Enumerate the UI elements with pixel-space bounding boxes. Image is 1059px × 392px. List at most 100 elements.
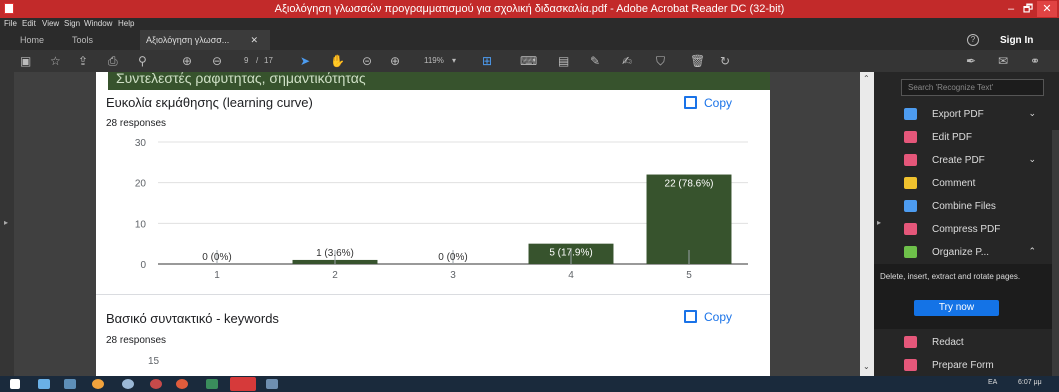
page-separator: / (256, 56, 259, 65)
copy-chart-button-q2[interactable]: Copy (704, 310, 732, 324)
combine-files-icon (904, 200, 917, 212)
copy-chart-button[interactable]: Copy (704, 96, 732, 110)
tool-organize-pages[interactable]: Organize P... ⌃ (904, 244, 1054, 262)
tool-label: Organize P... (932, 247, 990, 258)
expand-chevron-icon[interactable]: ⌄ (1028, 154, 1036, 165)
panel-scrollbar[interactable] (1052, 130, 1059, 376)
app-icon-3[interactable] (206, 379, 218, 389)
comment-tool-icon[interactable]: ▤ (558, 53, 569, 69)
zoom-out-icon[interactable]: ⊝ (362, 53, 372, 69)
tool-combine-files[interactable]: Combine Files (904, 198, 1054, 216)
bookmark-star-icon[interactable]: ☆ (50, 53, 61, 69)
zoom-dropdown-icon[interactable]: ▾ (452, 53, 456, 69)
firefox-icon[interactable] (92, 379, 104, 389)
menu-file[interactable]: File (4, 19, 17, 28)
organize-pages-description: Delete, insert, extract and rotate pages… (880, 272, 1021, 281)
expand-left-icon[interactable]: ▸ (4, 218, 8, 227)
document-viewport[interactable]: Συντελεστές ραφυτητας, σημαντικότητας Ευ… (14, 72, 860, 376)
menu-window[interactable]: Window (84, 19, 112, 28)
clock[interactable]: 6:07 μμ (1018, 379, 1042, 386)
minimize-button[interactable]: – (1003, 1, 1019, 17)
menu-edit[interactable]: Edit (22, 19, 36, 28)
collapse-panel-icon[interactable]: ▸ (877, 218, 881, 227)
question-title-keywords: Βασικό συντακτικό - keywords (106, 311, 279, 326)
tab-tools[interactable]: Tools (72, 35, 93, 45)
fill-sign-icon[interactable]: ✒ (966, 53, 976, 69)
sign-icon[interactable]: ✍ (622, 53, 632, 69)
copy-icon-q2[interactable] (684, 310, 697, 323)
tool-edit-pdf[interactable]: Edit PDF (904, 129, 1054, 147)
x-tick-label: 5 (686, 270, 692, 281)
select-tool-icon[interactable]: ➤ (300, 53, 310, 69)
tool-redact[interactable]: Redact (904, 334, 1054, 352)
tool-prepare-form[interactable]: Prepare Form (904, 357, 1054, 375)
language-indicator[interactable]: EA (988, 379, 997, 386)
page-total: 17 (264, 56, 273, 65)
menu-sign[interactable]: Sign (64, 19, 80, 28)
left-pane-toggle[interactable]: ▸ (0, 72, 14, 376)
tool-export-pdf[interactable]: Export PDF ⌄ (904, 106, 1054, 124)
x-tick-label: 4 (568, 270, 574, 281)
rotate-icon[interactable]: ↻ (720, 53, 730, 69)
help-icon[interactable]: ? (967, 34, 979, 46)
print-icon[interactable]: ⎙ (108, 53, 118, 69)
tab-home[interactable]: Home (20, 35, 44, 45)
fit-page-icon[interactable]: ⊞ (482, 53, 492, 69)
tools-panel: ▸ Search 'Recognize Text' Export PDF ⌄ Edi… (874, 72, 1059, 376)
scroll-up-icon[interactable]: ⌃ (863, 74, 870, 83)
share-link-icon[interactable]: ⚭ (1030, 53, 1040, 69)
menu-help[interactable]: Help (118, 19, 134, 28)
comment-icon (904, 177, 917, 189)
organize-pages-info: Delete, insert, extract and rotate pages… (874, 264, 1052, 329)
menu-view[interactable]: View (42, 19, 59, 28)
page-current[interactable]: 9 (244, 53, 248, 69)
acrobat-taskbar-icon[interactable] (230, 377, 256, 391)
explorer-icon[interactable] (64, 379, 76, 389)
tool-label: Compress PDF (932, 224, 1001, 235)
copy-icon[interactable] (684, 96, 697, 109)
hand-tool-icon[interactable]: ✋ (330, 53, 345, 69)
zoom-in-icon[interactable]: ⊕ (390, 53, 400, 69)
task-view-icon[interactable] (38, 379, 50, 389)
tool-label: Create PDF (932, 155, 985, 166)
menu-bar: File Edit View Sign Window Help (0, 18, 1059, 30)
find-icon[interactable]: ⚲ (138, 53, 147, 69)
app-icon-2[interactable] (150, 379, 162, 389)
windows-taskbar: EA 6:07 μμ (0, 376, 1059, 392)
delete-icon[interactable]: 🗑 (690, 53, 705, 69)
zoom-level[interactable]: 119% (424, 53, 444, 69)
section-header-band: Συντελεστές ραφυτητας, σημαντικότητας (108, 72, 770, 90)
tool-create-pdf[interactable]: Create PDF ⌄ (904, 152, 1054, 170)
share-icon[interactable]: ⇪ (78, 53, 88, 69)
organize-pages-icon (904, 246, 917, 258)
sign-in-button[interactable]: Sign In (1000, 35, 1033, 46)
prev-page-icon[interactable]: ⊕ (182, 53, 192, 69)
app-icon-4[interactable] (266, 379, 278, 389)
highlight-icon[interactable]: ✎ (590, 53, 600, 69)
next-page-icon[interactable]: ⊖ (212, 53, 222, 69)
close-button[interactable]: ✕ (1037, 1, 1057, 17)
compress-pdf-icon (904, 223, 917, 235)
y-tick-label: 20 (135, 179, 147, 190)
tool-compress-pdf[interactable]: Compress PDF (904, 221, 1054, 239)
document-scrollbar[interactable]: ⌃ ⌄ (860, 72, 874, 376)
expand-chevron-icon[interactable]: ⌃ (1028, 246, 1036, 257)
keyboard-icon[interactable]: ⌨ (520, 53, 537, 69)
email-icon[interactable]: ✉ (998, 53, 1008, 69)
tool-label: Prepare Form (932, 360, 994, 371)
recognize-text-search[interactable]: Search 'Recognize Text' (901, 79, 1044, 96)
try-now-button[interactable]: Try now (914, 300, 999, 316)
tool-comment[interactable]: Comment (904, 175, 1054, 193)
scroll-down-icon[interactable]: ⌄ (863, 362, 870, 371)
save-icon[interactable]: ▣ (20, 53, 31, 69)
app-icon-1[interactable] (122, 379, 134, 389)
expand-chevron-icon[interactable]: ⌄ (1028, 108, 1036, 119)
stamp-icon[interactable]: ⛉ (656, 53, 665, 69)
chrome-icon[interactable] (176, 379, 188, 389)
maximize-button[interactable]: 🗗 (1020, 1, 1036, 17)
start-icon[interactable] (10, 379, 20, 389)
y-tick-label: 30 (135, 138, 147, 149)
q2-first-tick: 15 (148, 356, 160, 367)
tab-close-icon[interactable]: ✕ (250, 35, 258, 46)
tab-document[interactable]: Αξιολόγηση γλωσσ... ✕ (140, 30, 270, 50)
